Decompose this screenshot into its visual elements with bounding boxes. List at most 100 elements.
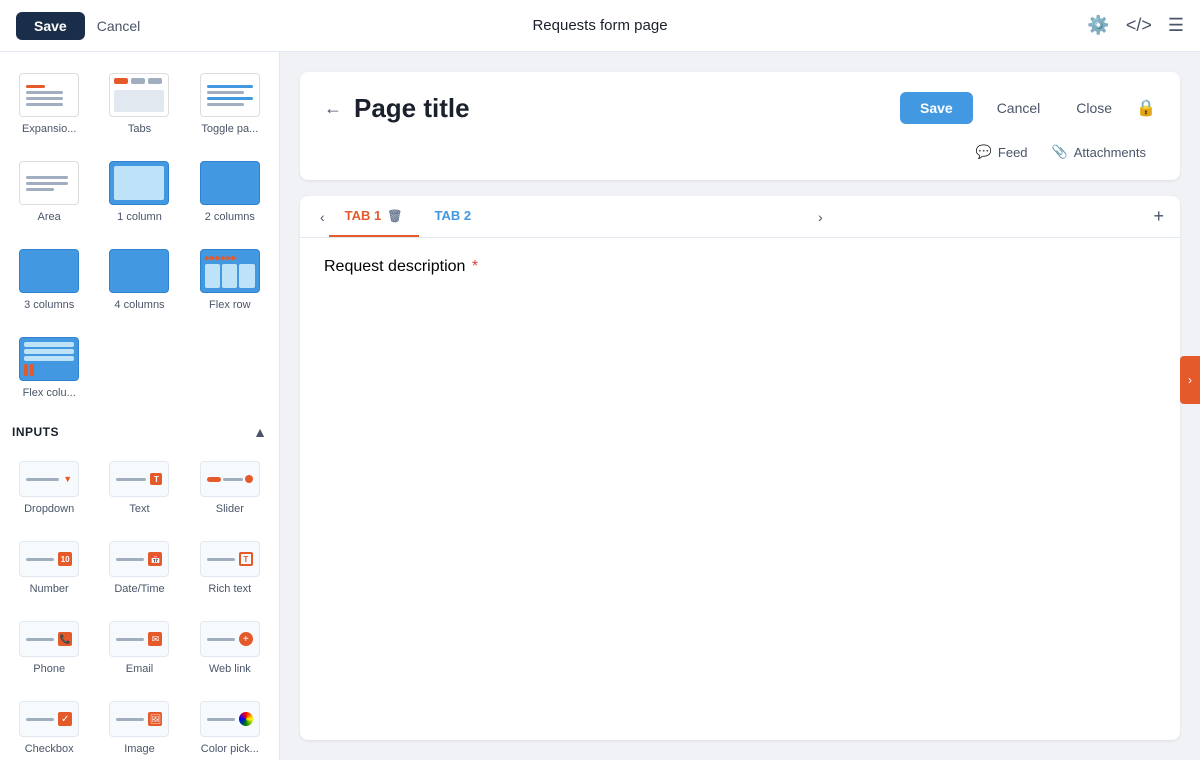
widget-datetime[interactable]: 📅 Date/Time: [98, 532, 180, 604]
tab-prev-arrow[interactable]: ‹: [316, 205, 329, 229]
text-icon: T: [109, 461, 169, 497]
widget-flexrow[interactable]: ▶▶▶▶▶▶ Flex row: [189, 240, 271, 320]
widget-number[interactable]: 10 Number: [8, 532, 90, 604]
tab-next-arrow[interactable]: ›: [814, 205, 827, 229]
widget-text[interactable]: T Text: [98, 452, 180, 524]
1col-label: 1 column: [117, 211, 162, 223]
back-button[interactable]: ←: [324, 98, 342, 119]
email-label: Email: [126, 663, 154, 675]
save-button[interactable]: Save: [16, 12, 85, 40]
page-header-actions: 💬 Feed 📎 Attachments: [324, 140, 1156, 164]
widget-weblink[interactable]: + Web link: [189, 612, 271, 684]
1col-icon: [109, 161, 169, 205]
tabs-label: Tabs: [128, 123, 151, 135]
expansion-label: Expansio...: [22, 123, 76, 135]
widget-tabs[interactable]: Tabs: [98, 64, 180, 144]
widget-area[interactable]: Area: [8, 152, 90, 232]
inputs-toggle-button[interactable]: ▲: [253, 424, 267, 440]
attachments-label: Attachments: [1074, 145, 1146, 160]
4col-label: 4 columns: [114, 299, 164, 311]
widget-phone[interactable]: 📞 Phone: [8, 612, 90, 684]
tab-2[interactable]: TAB 2: [419, 196, 488, 237]
top-bar: Save Cancel Requests form page ⚙️ </> ☰: [0, 0, 1200, 52]
right-panel-toggle[interactable]: ›: [1180, 356, 1200, 404]
feed-link[interactable]: 💬 Feed: [966, 140, 1038, 164]
settings-icon[interactable]: ⚙️: [1087, 15, 1109, 36]
widget-flexcol[interactable]: Flex colu...: [8, 328, 90, 408]
widget-toggle[interactable]: Toggle pa...: [189, 64, 271, 144]
widget-richtext[interactable]: T Rich text: [189, 532, 271, 604]
dropdown-label: Dropdown: [24, 503, 74, 515]
widget-image[interactable]: 🖼 Image: [98, 692, 180, 760]
tabs-bar: ‹ TAB 1 🗑 TAB 2 › +: [300, 196, 1180, 238]
page-header-top: ← Page title Save Cancel Close 🔒: [324, 92, 1156, 124]
tabs-card: ‹ TAB 1 🗑 TAB 2 › + Request description …: [300, 196, 1180, 740]
widget-expansion[interactable]: Expansio...: [8, 64, 90, 144]
inputs-section-title: INPUTS: [12, 425, 59, 439]
dropdown-icon: ▼: [19, 461, 79, 497]
widget-2col[interactable]: 2 columns: [189, 152, 271, 232]
image-icon: 🖼: [109, 701, 169, 737]
field-label: Request description *: [324, 258, 1156, 276]
widget-colorpick[interactable]: Color pick...: [189, 692, 271, 760]
page-title-topbar: Requests form page: [532, 17, 667, 34]
area-icon: [19, 161, 79, 205]
flexrow-icon: ▶▶▶▶▶▶: [200, 249, 260, 293]
2col-label: 2 columns: [205, 211, 255, 223]
tab-1[interactable]: TAB 1 🗑: [329, 196, 419, 237]
expansion-icon: [19, 73, 79, 117]
main-layout: Expansio... Tabs: [0, 52, 1200, 760]
flexcol-icon: [19, 337, 79, 381]
lock-icon: 🔒: [1136, 98, 1156, 118]
feed-icon: 💬: [976, 144, 992, 160]
checkbox-icon: ✓: [19, 701, 79, 737]
image-label: Image: [124, 743, 155, 755]
4col-icon: [109, 249, 169, 293]
code-icon[interactable]: </>: [1126, 15, 1152, 36]
widget-dropdown[interactable]: ▼ Dropdown: [8, 452, 90, 524]
attachments-link[interactable]: 📎 Attachments: [1042, 140, 1156, 164]
area-label: Area: [38, 211, 61, 223]
tabs-icon: [109, 73, 169, 117]
tab-1-delete[interactable]: 🗑: [387, 209, 402, 223]
widget-3col[interactable]: 3 columns: [8, 240, 90, 320]
widget-checkbox[interactable]: ✓ Checkbox: [8, 692, 90, 760]
number-icon: 10: [19, 541, 79, 577]
phone-icon: 📞: [19, 621, 79, 657]
tab-2-label: TAB 2: [435, 208, 472, 223]
3col-icon: [19, 249, 79, 293]
page-title: Page title: [354, 93, 888, 124]
filter-icon[interactable]: ☰: [1168, 15, 1184, 36]
field-required-mark: *: [472, 258, 478, 275]
datetime-label: Date/Time: [114, 583, 164, 595]
datetime-icon: 📅: [109, 541, 169, 577]
widget-email[interactable]: ✉ Email: [98, 612, 180, 684]
cancel-button[interactable]: Cancel: [97, 18, 141, 34]
page-header-card: ← Page title Save Cancel Close 🔒 💬 Feed …: [300, 72, 1180, 180]
layout-widget-grid: Expansio... Tabs: [8, 64, 271, 408]
page-close-button[interactable]: Close: [1064, 92, 1124, 124]
widget-4col[interactable]: 4 columns: [98, 240, 180, 320]
colorpick-label: Color pick...: [201, 743, 259, 755]
topbar-actions: ⚙️ </> ☰: [1087, 15, 1184, 36]
inputs-section-header: INPUTS ▲: [8, 416, 271, 448]
2col-icon: [200, 161, 260, 205]
tab-add-button[interactable]: +: [1153, 206, 1164, 227]
phone-label: Phone: [33, 663, 65, 675]
sidebar: Expansio... Tabs: [0, 52, 280, 760]
toggle-label: Toggle pa...: [201, 123, 258, 135]
tab-content: Request description *: [300, 238, 1180, 296]
widget-1col[interactable]: 1 column: [98, 152, 180, 232]
colorpick-icon: [200, 701, 260, 737]
page-save-button[interactable]: Save: [900, 92, 973, 124]
toggle-icon: [200, 73, 260, 117]
flexrow-label: Flex row: [209, 299, 251, 311]
content-area: ← Page title Save Cancel Close 🔒 💬 Feed …: [280, 52, 1200, 760]
slider-icon: [200, 461, 260, 497]
page-cancel-button[interactable]: Cancel: [985, 92, 1053, 124]
email-icon: ✉: [109, 621, 169, 657]
text-label: Text: [129, 503, 149, 515]
widget-slider[interactable]: Slider: [189, 452, 271, 524]
number-label: Number: [30, 583, 69, 595]
slider-label: Slider: [216, 503, 244, 515]
